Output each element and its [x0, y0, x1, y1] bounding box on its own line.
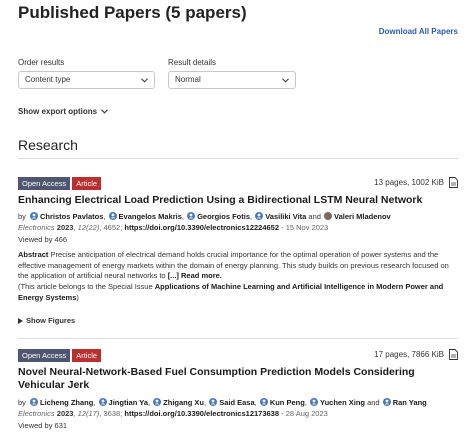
- author-link[interactable]: Christos Pavlatos: [40, 212, 103, 221]
- author-link[interactable]: Said Easa: [219, 398, 254, 407]
- caret-right-icon: [18, 317, 23, 324]
- volume-issue: 12(17): [77, 409, 100, 418]
- user-icon: [98, 398, 107, 406]
- publish-date: 15 Nov 2023: [285, 223, 329, 232]
- open-access-badge: Open Access: [18, 177, 71, 190]
- open-access-badge: Open Access: [18, 349, 71, 362]
- author-avatar: [324, 212, 333, 220]
- view-count: Viewed by 466: [18, 235, 68, 244]
- article-meta: 17 pages, 7866 KiB: [374, 349, 458, 360]
- by-label: by: [18, 398, 26, 407]
- abstract: Abstract Precise anticipation of electri…: [18, 250, 458, 282]
- order-results-label: Order results: [18, 58, 65, 67]
- article-title-link[interactable]: Enhancing Electrical Load Prediction Usi…: [18, 194, 458, 207]
- order-results-select[interactable]: Content type: [18, 71, 155, 89]
- special-issue: (This article belongs to the Special Iss…: [18, 282, 458, 303]
- year: 2023: [56, 409, 74, 418]
- doi-link[interactable]: https://doi.org/10.3390/electronics12173…: [124, 409, 279, 418]
- article-type-badge: Article: [72, 349, 102, 362]
- user-icon: [108, 212, 117, 220]
- year: 2023: [56, 223, 74, 232]
- abstract-text: Precise anticipation of electrical deman…: [18, 250, 449, 280]
- result-details-label: Result details: [168, 58, 217, 67]
- chevron-down-icon: [141, 78, 148, 83]
- show-figures-toggle[interactable]: Show Figures: [18, 316, 75, 325]
- show-figures-label: Show Figures: [26, 316, 76, 325]
- author-link[interactable]: Kun Peng: [270, 398, 305, 407]
- pdf-download-icon[interactable]: [449, 177, 458, 188]
- user-icon: [30, 212, 39, 220]
- author-link[interactable]: Georgios Fotis: [197, 212, 250, 221]
- article-item: Open Access Article 17 pages, 7866 KiB N…: [18, 349, 458, 437]
- user-icon: [255, 212, 264, 220]
- user-icon: [309, 398, 318, 406]
- user-icon: [259, 398, 268, 406]
- user-icon: [30, 398, 39, 406]
- user-icon: [382, 398, 391, 406]
- user-icon: [209, 398, 218, 406]
- pdf-download-icon[interactable]: [449, 349, 458, 360]
- pages-size: 13 pages, 1002 KiB: [374, 178, 444, 187]
- view-count: Viewed by 631: [18, 421, 68, 430]
- by-label: by: [18, 212, 26, 221]
- author-link[interactable]: Ran Yang: [393, 398, 427, 407]
- author-link[interactable]: Evangelos Makris: [119, 212, 182, 221]
- author-link[interactable]: Vasiliki Vita: [265, 212, 306, 221]
- author-link[interactable]: Yuchen Xing: [320, 398, 365, 407]
- citation: Electronics 2023, 12(17), 3638; https://…: [18, 409, 328, 418]
- abstract-label: Abstract: [18, 250, 49, 259]
- result-details-select[interactable]: Normal: [168, 71, 296, 89]
- special-issue-prefix: (This article belongs to the Special Iss…: [18, 282, 153, 291]
- pages-size: 17 pages, 7866 KiB: [374, 350, 444, 359]
- user-icon: [187, 212, 196, 220]
- article-item: Open Access Article 13 pages, 1002 KiB E…: [18, 177, 458, 327]
- author-link[interactable]: Zhigang Xu: [163, 398, 204, 407]
- publish-date: 28 Aug 2023: [285, 409, 328, 418]
- show-export-label: Show export options: [18, 107, 98, 116]
- journal-name: Electronics: [18, 409, 55, 418]
- user-icon: [153, 398, 162, 406]
- article-title-link[interactable]: Novel Neural-Network-Based Fuel Consumpt…: [18, 366, 458, 392]
- article-meta: 13 pages, 1002 KiB: [374, 177, 458, 188]
- result-details-value: Normal: [175, 75, 201, 84]
- citation: Electronics 2023, 12(22), 4652; https://…: [18, 223, 329, 232]
- doi-link[interactable]: https://doi.org/10.3390/electronics12224…: [124, 223, 279, 232]
- volume-issue: 12(22): [77, 223, 100, 232]
- chevron-down-icon: [282, 78, 289, 83]
- article-type-badge: Article: [72, 177, 102, 190]
- special-issue-suffix: ): [76, 292, 79, 302]
- author-link[interactable]: Valeri Mladenov: [334, 212, 391, 221]
- journal-name: Electronics: [18, 223, 55, 232]
- chevron-down-icon: [101, 109, 109, 114]
- article-badges: Open Access Article: [18, 177, 102, 190]
- order-results-value: Content type: [25, 75, 71, 84]
- section-title: Research: [18, 137, 78, 153]
- article-number: 3638: [103, 409, 121, 418]
- show-export-options-toggle[interactable]: Show export options: [18, 107, 109, 116]
- author-link[interactable]: Licheng Zhang: [40, 398, 93, 407]
- download-all-papers-link[interactable]: Download All Papers: [379, 27, 458, 36]
- author-list: by Licheng Zhang, Jingtian Ya, Zhigang X…: [18, 398, 427, 407]
- author-link[interactable]: Jingtian Ya: [109, 398, 148, 407]
- author-list: by Christos Pavlatos, Evangelos Makris, …: [18, 212, 391, 221]
- article-divider: [18, 338, 458, 339]
- read-more-link[interactable]: [...] Read more.: [168, 271, 222, 280]
- page-title: Published Papers (5 papers): [18, 3, 247, 22]
- article-badges: Open Access Article: [18, 349, 102, 362]
- section-divider: [18, 158, 458, 159]
- article-number: 4652: [103, 223, 121, 232]
